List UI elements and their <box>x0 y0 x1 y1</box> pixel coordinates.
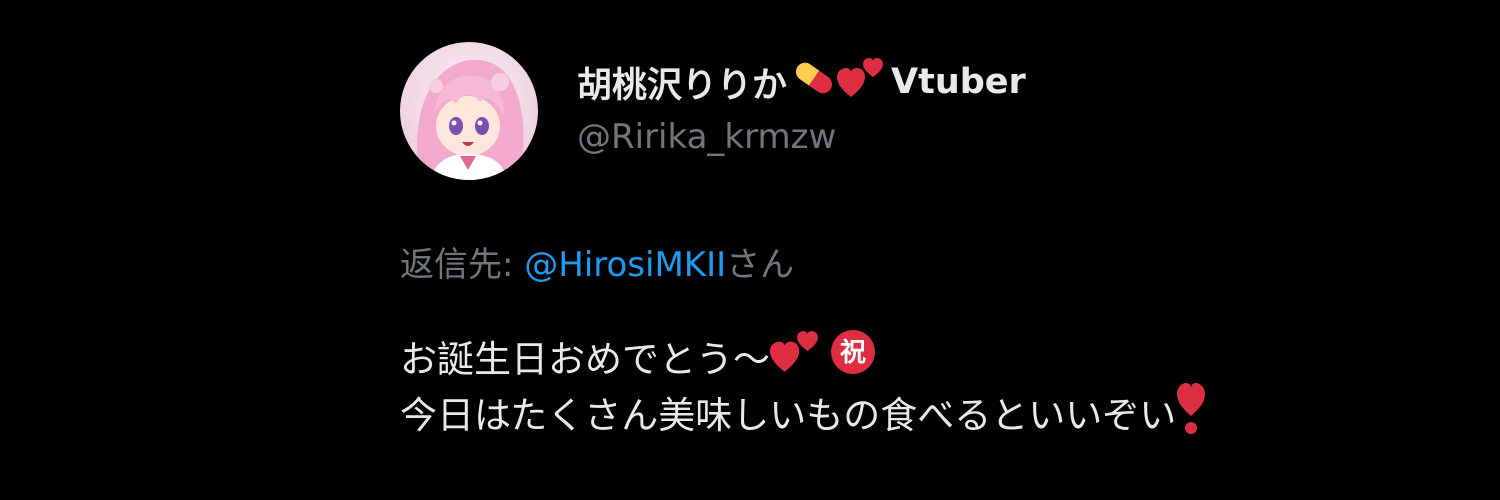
avatar[interactable] <box>400 42 538 180</box>
display-name[interactable]: 胡桃沢りりか Vtuber <box>577 55 1026 109</box>
tweet-line-2: 今日はたくさん美味しいもの食べるといいぞい <box>400 383 1206 444</box>
display-name-suffix: Vtuber <box>891 62 1026 102</box>
tweet-line-1: お誕生日おめでとう～ 祝 <box>400 329 1206 391</box>
circled-iwai-icon: 祝 <box>830 329 876 391</box>
reply-prefix: 返信先: <box>400 245 525 285</box>
reply-mention-link[interactable]: @HirosiMKII <box>524 245 726 285</box>
tweet-line-2-text: 今日はたくさん美味しいもの食べるといいぞい <box>400 394 1177 437</box>
reply-suffix: さん <box>726 245 795 285</box>
reply-context: 返信先: @HirosiMKIIさん <box>400 237 794 286</box>
tweet-line-1-text: お誕生日おめでとう～ <box>400 338 770 381</box>
two-hearts-icon <box>770 327 820 393</box>
two-hearts-icon <box>837 55 885 110</box>
iwai-glyph: 祝 <box>840 338 866 368</box>
display-name-text: 胡桃沢りりか <box>577 65 788 106</box>
user-handle[interactable]: @Ririka_krmzw <box>577 117 836 157</box>
pill-icon <box>791 55 837 110</box>
tweet-text: お誕生日おめでとう～ 祝 今日はたくさん美味しいもの食べるといいぞい <box>400 329 1206 444</box>
heavy-exclamation-heart-icon <box>1176 380 1206 452</box>
